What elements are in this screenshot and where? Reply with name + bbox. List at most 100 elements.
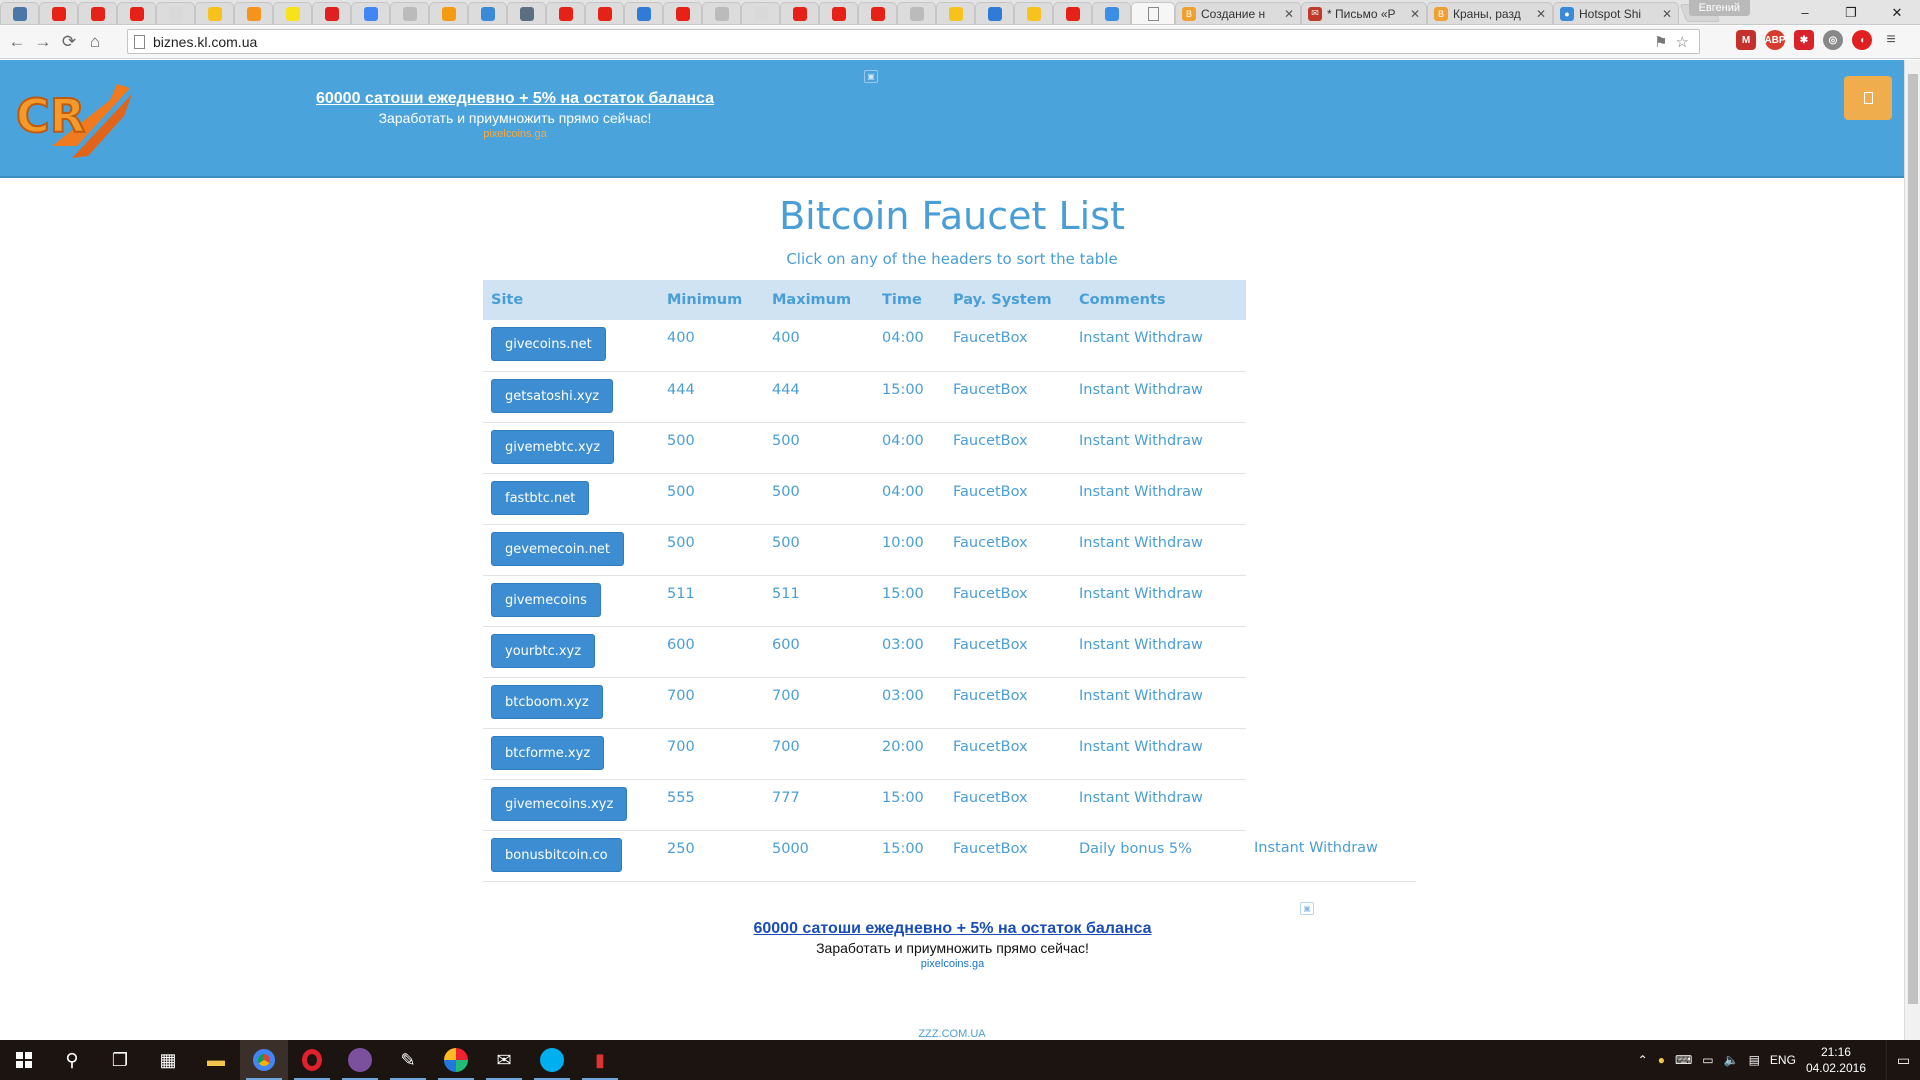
pinned-tab[interactable] (273, 2, 312, 24)
tray-app-icon[interactable]: ● (1658, 1053, 1665, 1067)
column-header-minimum[interactable]: Minimum (659, 280, 764, 320)
column-header-comments[interactable]: Comments (1071, 280, 1246, 320)
skype-taskbar-icon[interactable] (528, 1040, 576, 1080)
maximize-button[interactable]: ❐ (1828, 0, 1874, 25)
site-link-button[interactable]: givemecoins (491, 582, 601, 617)
minimize-button[interactable]: – (1782, 0, 1828, 25)
pinned-tab[interactable] (1092, 2, 1131, 24)
pinned-tab[interactable] (741, 2, 780, 24)
pinned-tab[interactable] (78, 2, 117, 24)
bottom-ad-headline-link[interactable]: 60000 сатоши ежедневно + 5% на остаток б… (640, 920, 1265, 938)
ad-choices-icon[interactable]: ▣ (864, 70, 878, 83)
pinned-tab[interactable] (156, 2, 195, 24)
gmail-extension-icon[interactable]: M (1736, 30, 1756, 50)
pinned-tab[interactable] (507, 2, 546, 24)
bottom-ad-source-link[interactable]: pixelcoins.ga (640, 958, 1265, 970)
browser-tab[interactable]: ✉ * Письмо «Р ✕ (1301, 2, 1427, 24)
pinned-tab[interactable] (1014, 2, 1053, 24)
pinned-tab[interactable] (351, 2, 390, 24)
site-link-button[interactable]: btcboom.xyz (491, 684, 603, 719)
profile-badge[interactable]: Евгений (1688, 0, 1750, 16)
pinned-tab[interactable] (624, 2, 663, 24)
site-link-button[interactable]: gevemecoin.net (491, 531, 625, 566)
site-link-button[interactable]: bonusbitcoin.co (491, 837, 622, 872)
file-explorer-icon[interactable]: ▬ (192, 1040, 240, 1080)
task-view-icon[interactable]: ❐ (96, 1040, 144, 1080)
address-bar[interactable]: biznes.kl.com.ua ⚑ ☆ (127, 29, 1700, 54)
pinned-tab[interactable] (546, 2, 585, 24)
reload-icon[interactable]: ⟳ (56, 29, 82, 55)
column-header-maximum[interactable]: Maximum (764, 280, 874, 320)
back-icon[interactable]: ← (4, 29, 30, 55)
language-indicator[interactable]: ENG (1770, 1053, 1796, 1067)
header-ad-source-link[interactable]: pixelcoins.ga (300, 128, 730, 140)
column-header-pay-system[interactable]: Pay. System (945, 280, 1071, 320)
scrollbar-thumb[interactable] (1908, 74, 1918, 1004)
tool-taskbar-icon[interactable]: ▮ (576, 1040, 624, 1080)
pinned-tab[interactable] (585, 2, 624, 24)
pinned-tab[interactable] (897, 2, 936, 24)
adblock-plus-icon[interactable]: ABP (1764, 30, 1786, 50)
close-tab-icon[interactable]: ✕ (1536, 7, 1546, 21)
opera-taskbar-icon[interactable] (288, 1040, 336, 1080)
pinned-tab[interactable] (312, 2, 351, 24)
start-windows-icon[interactable] (0, 1040, 48, 1080)
clock[interactable]: 21:16 04.02.2016 (1806, 1044, 1876, 1076)
pinned-tab[interactable] (234, 2, 273, 24)
close-tab-icon[interactable]: ✕ (1662, 7, 1672, 21)
app-taskbar-icon[interactable] (432, 1040, 480, 1080)
chrome-taskbar-icon[interactable] (240, 1040, 288, 1080)
site-link-button[interactable]: givemebtc.xyz (491, 429, 615, 464)
bottom-ad-choices-icon[interactable]: ▣ (1300, 902, 1314, 915)
pinned-tab[interactable] (1053, 2, 1092, 24)
pinned-tab[interactable] (390, 2, 429, 24)
tray-keyboard-icon[interactable]: ⌨ (1675, 1053, 1692, 1067)
site-link-button[interactable]: givecoins.net (491, 327, 606, 361)
pinned-tab[interactable] (0, 2, 39, 24)
pinned-tab[interactable] (702, 2, 741, 24)
chrome-menu-icon[interactable]: ≡ (1881, 30, 1901, 50)
translate-icon[interactable]: ⚑ (1654, 33, 1667, 51)
messenger-taskbar-icon[interactable]: ✉ (480, 1040, 528, 1080)
action-center-flag-icon[interactable]: ▤ (1749, 1053, 1760, 1067)
home-icon[interactable]: ⌂ (82, 29, 108, 55)
close-tab-icon[interactable]: ✕ (1410, 7, 1420, 21)
menu-button[interactable] (1844, 76, 1892, 120)
column-header-time[interactable]: Time (874, 280, 945, 320)
site-link-button[interactable]: givemecoins.xyz (491, 786, 628, 821)
cr-logo[interactable]: CR (12, 76, 137, 161)
site-link-button[interactable]: fastbtc.net (491, 480, 590, 515)
footer-link[interactable]: ZZZ.COM.UA (918, 1028, 985, 1040)
site-link-button[interactable]: btcforme.xyz (491, 735, 605, 770)
viber-taskbar-icon[interactable] (336, 1040, 384, 1080)
pinned-tab[interactable] (117, 2, 156, 24)
pinned-tab[interactable] (975, 2, 1014, 24)
tray-overflow-icon[interactable]: ⌃ (1638, 1053, 1648, 1067)
pinned-tab[interactable] (780, 2, 819, 24)
pinned-tab[interactable] (468, 2, 507, 24)
pinned-tab[interactable] (819, 2, 858, 24)
calculator-icon[interactable]: ▦ (144, 1040, 192, 1080)
browser-tab[interactable]: B Создание н ✕ (1175, 2, 1301, 24)
bookmark-star-icon[interactable]: ☆ (1676, 33, 1689, 51)
lastpass-asterisk-icon[interactable]: ✱ (1794, 30, 1814, 50)
shield-extension-icon[interactable]: ◖ (1852, 30, 1872, 50)
close-tab-icon[interactable]: ✕ (1284, 7, 1294, 21)
network-icon[interactable]: ▭ (1702, 1053, 1713, 1067)
browser-tab[interactable]: ● Hotspot Shi ✕ (1553, 2, 1679, 24)
close-window-button[interactable]: ✕ (1874, 0, 1920, 25)
column-header-site[interactable]: Site (483, 280, 659, 320)
site-link-button[interactable]: getsatoshi.xyz (491, 378, 614, 413)
browser-tab[interactable]: B Краны, разд ✕ (1427, 2, 1553, 24)
search-icon[interactable]: ⚲ (48, 1040, 96, 1080)
pinned-tab[interactable] (429, 2, 468, 24)
site-link-button[interactable]: yourbtc.xyz (491, 633, 596, 668)
pinned-tab[interactable] (936, 2, 975, 24)
page-scrollbar[interactable] (1904, 60, 1920, 1040)
header-ad-headline-link[interactable]: 60000 сатоши ежедневно + 5% на остаток б… (300, 90, 730, 108)
pinned-tab[interactable] (39, 2, 78, 24)
pinned-tab[interactable] (858, 2, 897, 24)
notifications-icon[interactable]: ▭ (1886, 1040, 1920, 1080)
globe-extension-icon[interactable]: ◎ (1823, 30, 1843, 50)
active-tab[interactable] (1131, 2, 1175, 24)
